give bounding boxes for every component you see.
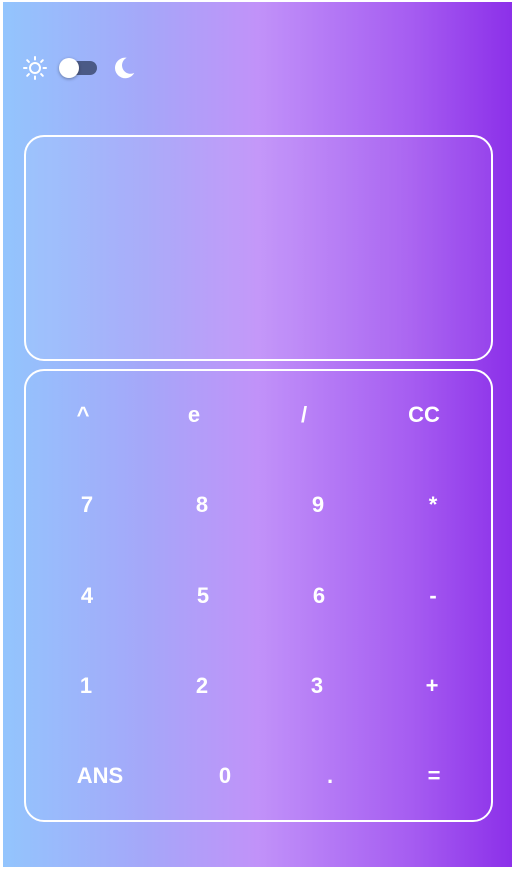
key-add[interactable]: + xyxy=(392,661,472,711)
key-2[interactable]: 2 xyxy=(162,661,242,711)
key-6[interactable]: 6 xyxy=(279,571,359,621)
key-ans[interactable]: ANS xyxy=(60,751,140,801)
key-3[interactable]: 3 xyxy=(277,661,357,711)
key-0[interactable]: 0 xyxy=(185,751,265,801)
moon-icon[interactable] xyxy=(111,55,137,81)
keypad: ^ e / CC 7 8 9 * 4 5 6 - 1 2 3 + ANS 0 .… xyxy=(24,369,493,822)
key-euler[interactable]: e xyxy=(154,390,234,440)
result-display xyxy=(24,135,493,361)
key-subtract[interactable]: - xyxy=(393,571,473,621)
key-4[interactable]: 4 xyxy=(47,571,127,621)
key-7[interactable]: 7 xyxy=(47,480,127,530)
key-clear[interactable]: CC xyxy=(384,390,464,440)
theme-toggle xyxy=(23,52,137,84)
key-multiply[interactable]: * xyxy=(393,480,473,530)
calculator-app: ^ e / CC 7 8 9 * 4 5 6 - 1 2 3 + ANS 0 .… xyxy=(3,2,512,867)
theme-switch[interactable] xyxy=(59,52,97,84)
key-divide[interactable]: / xyxy=(264,390,344,440)
key-decimal[interactable]: . xyxy=(290,751,370,801)
key-equals[interactable]: = xyxy=(394,751,474,801)
key-8[interactable]: 8 xyxy=(162,480,242,530)
key-9[interactable]: 9 xyxy=(278,480,358,530)
switch-thumb xyxy=(59,58,79,78)
key-1[interactable]: 1 xyxy=(46,661,126,711)
key-5[interactable]: 5 xyxy=(163,571,243,621)
key-power[interactable]: ^ xyxy=(43,390,123,440)
sun-icon[interactable] xyxy=(23,56,47,80)
